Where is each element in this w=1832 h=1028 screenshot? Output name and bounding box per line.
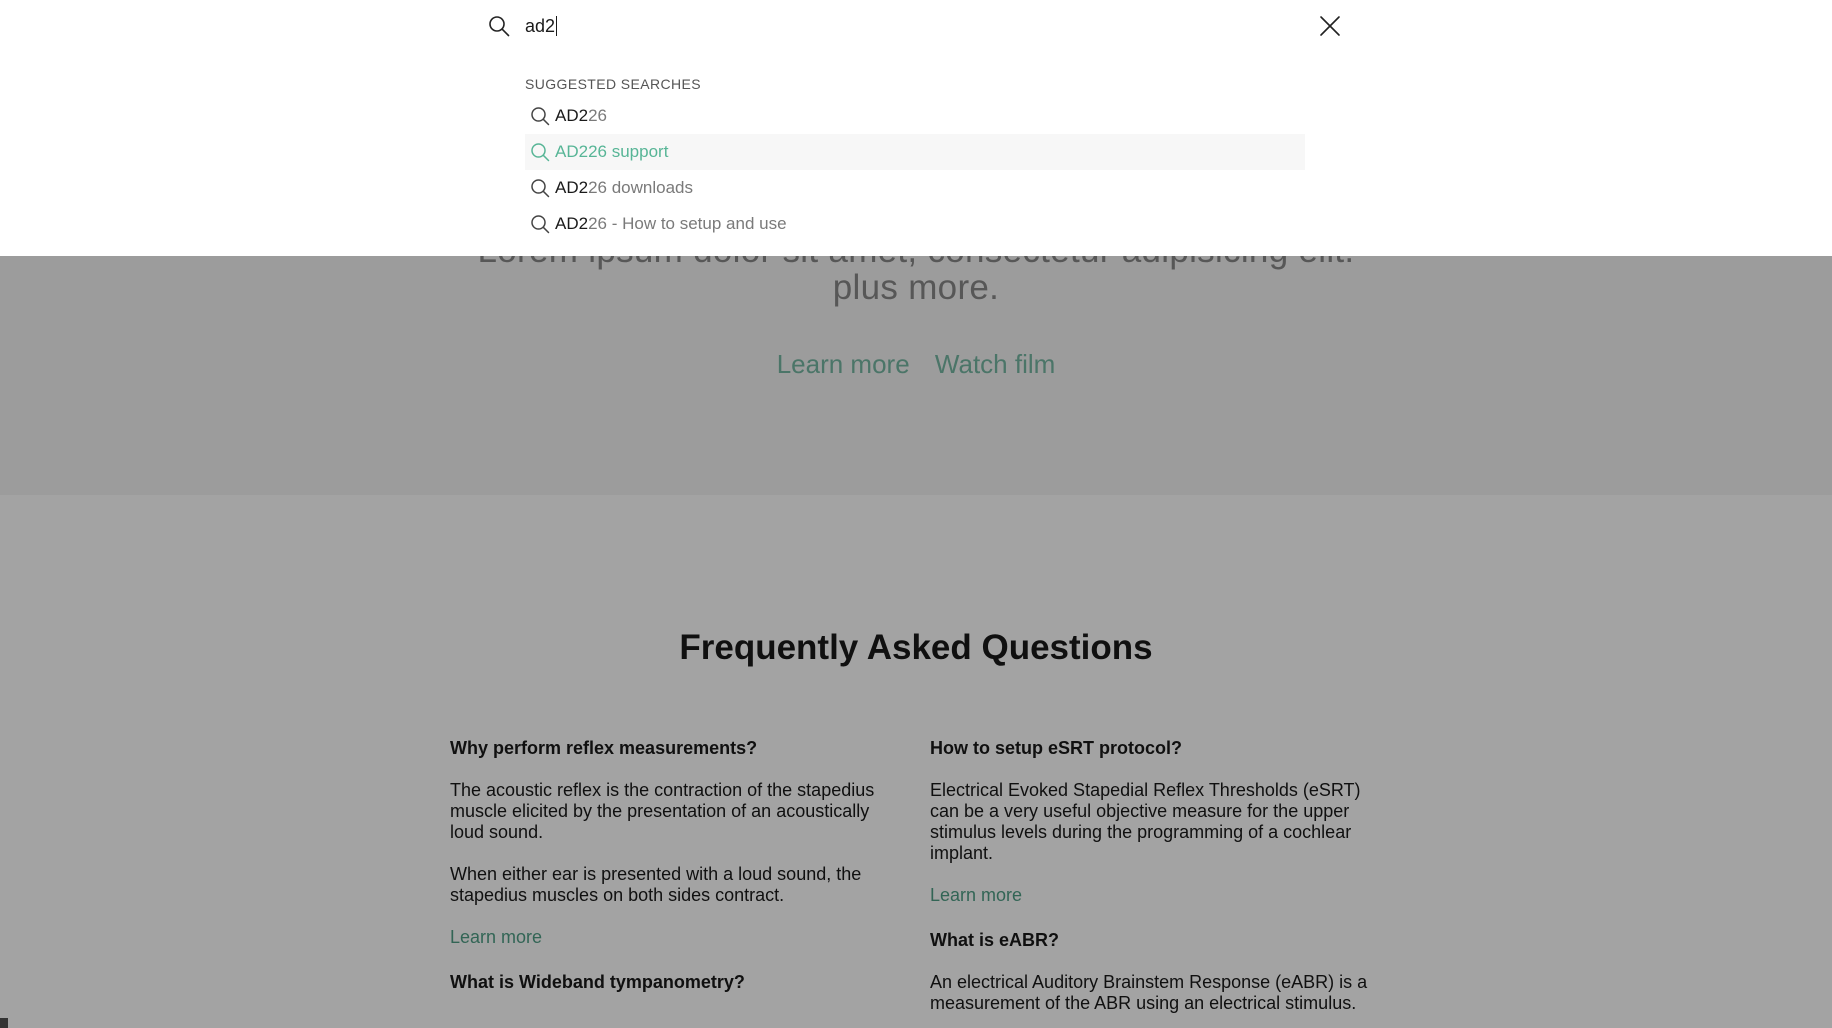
text-cursor [556, 16, 557, 36]
suggestion-item[interactable]: AD2 26 [525, 98, 1305, 134]
suggestion-match-text: AD2 [555, 142, 589, 161]
search-icon [531, 107, 550, 126]
suggestion-list: AD2 26 AD2 26 support AD2 26 downloads AD2 2… [525, 98, 1305, 242]
suggestion-rest-text: 26 [588, 106, 607, 125]
search-icon [531, 215, 550, 234]
close-icon[interactable] [1318, 14, 1342, 38]
suggestion-rest-text: 26 downloads [588, 178, 693, 197]
search-input[interactable] [525, 12, 1305, 40]
suggestion-rest-text: 26 support [588, 142, 669, 161]
suggested-searches-heading: SUGGESTED SEARCHES [525, 76, 702, 92]
suggestion-match-text: AD2 [555, 106, 589, 125]
search-icon [488, 15, 510, 37]
search-icon [531, 179, 550, 198]
modal-overlay[interactable] [0, 256, 1832, 1028]
suggestion-item-highlighted[interactable]: AD2 26 support [525, 134, 1305, 170]
suggestion-rest-text: 26 - How to setup and use [588, 214, 787, 233]
suggestion-match-text: AD2 [555, 214, 589, 233]
corner-marker [0, 1018, 8, 1028]
suggestion-item[interactable]: AD2 26 downloads [525, 170, 1305, 206]
suggestion-item[interactable]: AD2 26 - How to setup and use [525, 206, 1305, 242]
search-icon [531, 143, 550, 162]
search-panel: SUGGESTED SEARCHES AD226 AD226 support A… [0, 0, 1832, 256]
suggestion-match-text: AD2 [555, 178, 589, 197]
